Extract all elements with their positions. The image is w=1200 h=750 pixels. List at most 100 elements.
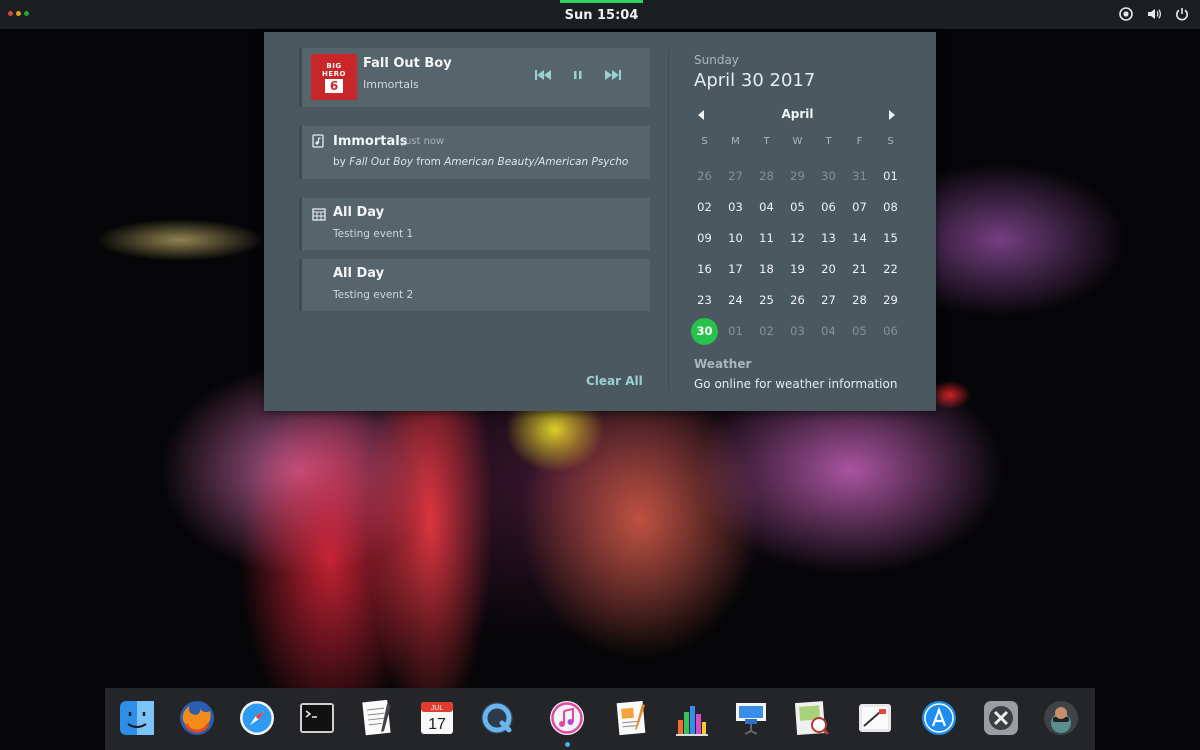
minimize-dot-icon[interactable] (16, 11, 21, 16)
pause-icon[interactable] (574, 70, 582, 80)
calendar-day[interactable]: 15 (875, 223, 906, 254)
previous-icon[interactable] (535, 70, 551, 80)
notification-title: Immortals (333, 134, 408, 149)
system-settings-icon[interactable] (981, 698, 1021, 738)
calendar-day[interactable]: 25 (751, 285, 782, 316)
event-title: All Day (333, 205, 385, 220)
calendar-day[interactable]: 20 (813, 254, 844, 285)
calendar-day[interactable]: 17 (720, 254, 751, 285)
safari-icon[interactable] (237, 698, 277, 738)
notification-card[interactable]: Immortals Just now by Fall Out Boy from … (299, 126, 650, 179)
calendar-day[interactable]: 01 (875, 161, 906, 192)
calendar-day[interactable]: 06 (813, 192, 844, 223)
calendar-day[interactable]: 05 (844, 316, 875, 347)
calendar-day[interactable]: 18 (751, 254, 782, 285)
screenshot-icon[interactable] (855, 698, 895, 738)
network-icon[interactable] (1118, 6, 1134, 22)
previous-month-icon[interactable] (697, 110, 705, 120)
calendar-day[interactable]: 01 (720, 316, 751, 347)
maximize-dot-icon[interactable] (24, 11, 29, 16)
calendar-day[interactable]: 24 (720, 285, 751, 316)
calendar-day[interactable]: 19 (782, 254, 813, 285)
calendar-day-today[interactable]: 30 (689, 316, 720, 347)
running-indicator (565, 742, 570, 747)
user-avatar-icon[interactable] (1041, 698, 1081, 738)
calendar-day[interactable]: 28 (751, 161, 782, 192)
calendar-day[interactable]: 26 (689, 161, 720, 192)
calendar-week: 30 01 02 03 04 05 06 (689, 316, 906, 347)
calendar-day[interactable]: 04 (751, 192, 782, 223)
volume-icon[interactable] (1146, 6, 1162, 22)
calendar-notification-popup: BIG HERO 6 Fall Out Boy Immortals Immort… (264, 32, 936, 411)
calendar-day[interactable]: 31 (844, 161, 875, 192)
calendar-day[interactable]: 27 (720, 161, 751, 192)
calendar-day[interactable]: 02 (689, 192, 720, 223)
calendar-icon[interactable]: JUL 17 (417, 698, 457, 738)
close-dot-icon[interactable] (8, 11, 13, 16)
calendar-day[interactable]: 06 (875, 316, 906, 347)
calendar-day[interactable]: 13 (813, 223, 844, 254)
text-editor-icon[interactable] (357, 698, 397, 738)
numbers-icon[interactable] (671, 698, 711, 738)
calendar-day[interactable]: 16 (689, 254, 720, 285)
window-controls[interactable] (8, 11, 29, 16)
album-art: BIG HERO 6 (311, 54, 357, 100)
calendar-day[interactable]: 29 (782, 161, 813, 192)
calendar-day[interactable]: 30 (813, 161, 844, 192)
quicktime-icon[interactable] (477, 698, 517, 738)
calendar-day[interactable]: 22 (875, 254, 906, 285)
itunes-icon[interactable] (547, 698, 587, 747)
calendar-day[interactable]: 21 (844, 254, 875, 285)
calendar-day[interactable]: 29 (875, 285, 906, 316)
weekday-label: S (887, 136, 894, 147)
event-card[interactable]: All Day Testing event 1 (299, 198, 650, 250)
music-file-icon (312, 134, 324, 148)
weather-message: Go online for weather information (694, 377, 898, 391)
calendar-day[interactable]: 10 (720, 223, 751, 254)
weather-title: Weather (694, 357, 752, 371)
calendar-day[interactable]: 11 (751, 223, 782, 254)
top-bar: Sun 15:04 (0, 0, 1200, 29)
calendar-day[interactable]: 12 (782, 223, 813, 254)
app-store-icon[interactable] (919, 698, 959, 738)
pages-icon[interactable] (611, 698, 651, 738)
full-date[interactable]: April 30 2017 (694, 70, 815, 91)
day-name: Sunday (694, 53, 739, 67)
clear-all-button[interactable]: Clear All (586, 374, 643, 388)
calendar-day[interactable]: 05 (782, 192, 813, 223)
divider (668, 50, 669, 390)
calendar-day[interactable]: 09 (689, 223, 720, 254)
calendar-day[interactable]: 27 (813, 285, 844, 316)
svg-text:JUL: JUL (431, 705, 444, 712)
calendar-day[interactable]: 26 (782, 285, 813, 316)
calendar-day[interactable]: 04 (813, 316, 844, 347)
weekday-header: S M T W T F S (689, 136, 906, 147)
next-icon[interactable] (605, 70, 621, 80)
clock-button[interactable]: Sun 15:04 (560, 0, 643, 29)
calendar-day[interactable]: 02 (751, 316, 782, 347)
calendar-day[interactable]: 14 (844, 223, 875, 254)
calendar-day[interactable]: 28 (844, 285, 875, 316)
calendar-grid: 26 27 28 29 30 31 01 02 03 04 05 06 07 0… (689, 161, 906, 347)
finder-icon[interactable] (117, 698, 157, 738)
calendar-grid-icon (312, 208, 326, 221)
calendar-week: 26 27 28 29 30 31 01 (689, 161, 906, 192)
event-name: Testing event 1 (333, 228, 414, 240)
weekday-label: T (763, 136, 770, 147)
keynote-icon[interactable] (731, 698, 771, 738)
calendar-day[interactable]: 08 (875, 192, 906, 223)
weekday-label: M (731, 136, 740, 147)
calendar-day[interactable]: 03 (720, 192, 751, 223)
calendar-day[interactable]: 03 (782, 316, 813, 347)
weekday-label: S (701, 136, 708, 147)
event-card[interactable]: All Day Testing event 2 (299, 259, 650, 311)
preview-icon[interactable] (791, 698, 831, 738)
calendar-week: 16 17 18 19 20 21 22 (689, 254, 906, 285)
terminal-icon[interactable] (297, 698, 337, 738)
firefox-icon[interactable] (177, 698, 217, 738)
calendar-day[interactable]: 23 (689, 285, 720, 316)
next-month-icon[interactable] (888, 110, 896, 120)
power-icon[interactable] (1174, 6, 1190, 22)
calendar-day[interactable]: 07 (844, 192, 875, 223)
weekday-label: F (856, 136, 863, 147)
